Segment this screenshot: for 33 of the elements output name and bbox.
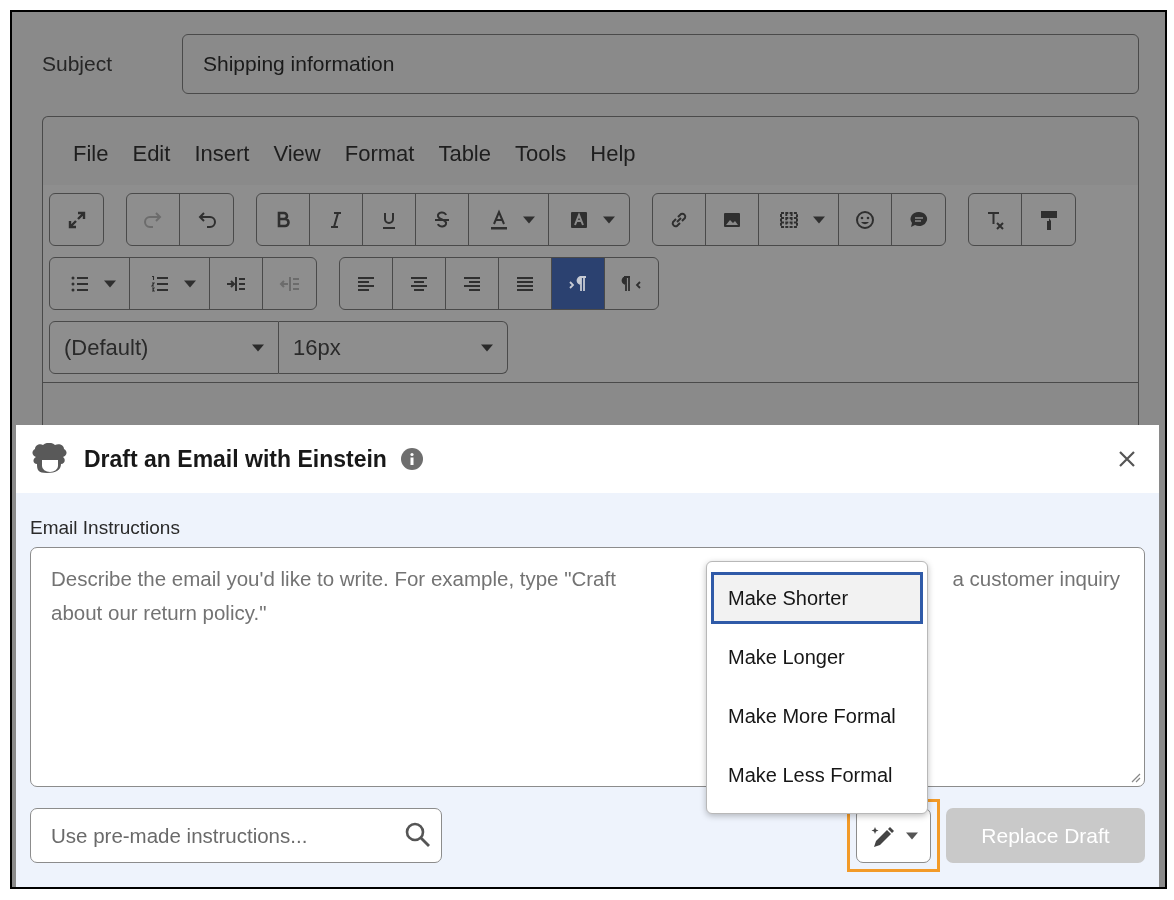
menu-item[interactable]: File [61, 141, 121, 167]
placeholder-text: a customer inquiry [952, 566, 1120, 592]
caret-icon [481, 343, 493, 352]
info-icon[interactable] [400, 448, 423, 470]
menu-item[interactable]: Help [578, 141, 648, 167]
placeholder-text: Describe the email you'd like to write. For example, type "Craft [51, 566, 616, 592]
menu-item[interactable]: Format [332, 141, 427, 167]
caret-icon [183, 279, 196, 288]
subject-field[interactable]: Shipping information [182, 34, 1139, 94]
caret-icon [522, 215, 535, 224]
resize-grip-icon[interactable] [1129, 771, 1141, 783]
subject-label: Subject [42, 52, 114, 76]
dropdown-select[interactable]: 16px [279, 321, 508, 374]
close-icon [1117, 449, 1137, 469]
field-label: Email Instructions [30, 517, 181, 539]
caret-icon [603, 215, 615, 224]
search-field[interactable]: Use pre-made instructions... [30, 808, 442, 863]
caret-icon [103, 279, 116, 288]
menu-item[interactable]: Edit [120, 141, 183, 167]
menu-item[interactable]: View [261, 141, 333, 167]
caret-icon [905, 831, 918, 840]
menu-item[interactable]: Table [426, 141, 503, 167]
menu-option[interactable]: Make Shorter [711, 572, 923, 624]
menu-item[interactable]: Insert [182, 141, 262, 167]
placeholder-text: about our return policy." [51, 600, 267, 626]
menu-item[interactable]: Tools [503, 141, 579, 167]
magic-wand-button[interactable] [856, 808, 931, 863]
caret-icon [252, 343, 264, 352]
search-icon [404, 821, 432, 849]
dropdown-select[interactable]: (Default) [49, 321, 279, 374]
caret-icon [812, 215, 825, 224]
toolbar-button[interactable] [552, 258, 605, 309]
panel-title: Draft an Email with Einstein [84, 445, 387, 473]
